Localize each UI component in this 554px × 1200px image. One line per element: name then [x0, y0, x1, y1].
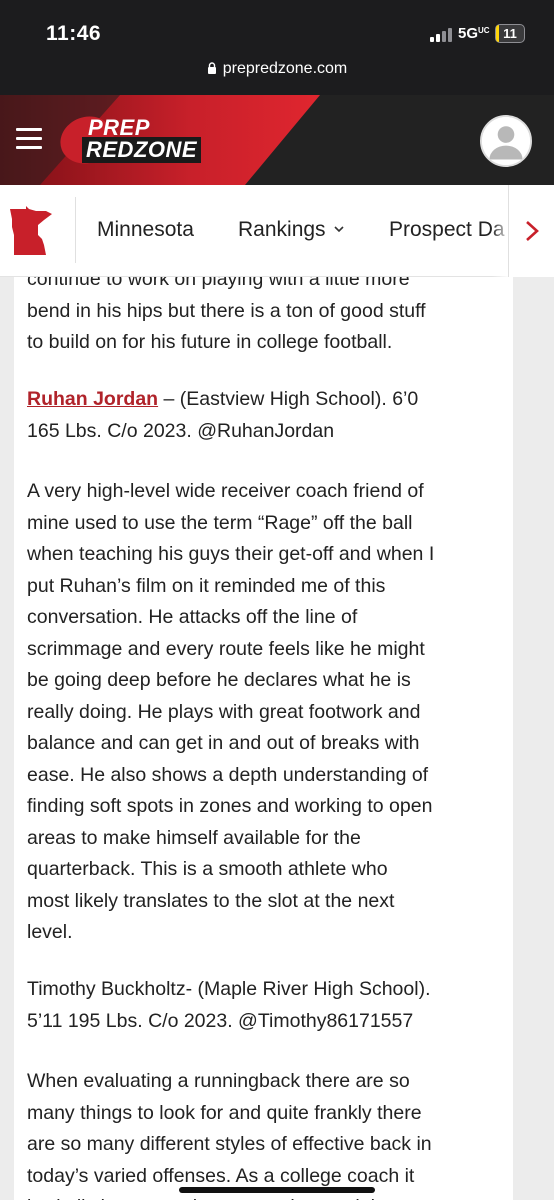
player-link-ruhan-jordan[interactable]: Ruhan Jordan — [27, 388, 158, 410]
address-bar[interactable]: prepredzone.com — [0, 60, 554, 78]
nav-scroll-right-button[interactable] — [508, 185, 554, 277]
player-heading-timothy-buckholtz: Timothy Buckholtz- (Maple River High Sch… — [27, 978, 431, 1032]
user-avatar-icon[interactable] — [480, 115, 532, 167]
home-indicator[interactable] — [179, 1187, 375, 1193]
menu-icon[interactable] — [16, 128, 42, 150]
battery-icon: 11 — [495, 24, 525, 43]
site-header: PREP REDZONE — [0, 95, 554, 185]
status-bar: 11:46 5GUC 11 prepredzone.com — [0, 0, 554, 95]
player-heading-ruhan-jordan: Ruhan Jordan – (Eastview High School). 6… — [27, 388, 419, 442]
network-type: 5GUC — [458, 25, 490, 42]
url-text: prepredzone.com — [222, 60, 348, 77]
battery-level: 11 — [503, 26, 517, 41]
site-logo[interactable]: PREP REDZONE — [53, 109, 202, 171]
minnesota-state-icon — [10, 206, 52, 255]
article-body: continue to work on playing with a littl… — [14, 277, 513, 1200]
clock: 11:46 — [46, 22, 102, 45]
signal-icon — [430, 28, 454, 42]
nav-minnesota[interactable]: Minnesota — [97, 218, 194, 242]
nav-prospect-database[interactable]: Prospect Da — [389, 218, 505, 242]
nav-rankings[interactable]: Rankings — [238, 218, 344, 242]
paragraph-runningback: When evaluating a runningback there are … — [27, 1070, 432, 1200]
chevron-right-icon — [526, 221, 539, 241]
paragraph-ruhan-jordan: A very high-level wide receiver coach fr… — [27, 480, 435, 943]
state-nav: Minnesota Rankings Prospect Da — [0, 185, 554, 277]
chevron-down-icon — [333, 226, 344, 233]
nav-divider — [75, 197, 76, 263]
lock-icon — [207, 62, 216, 74]
paragraph-continuation: continue to work on playing with a littl… — [27, 277, 426, 353]
